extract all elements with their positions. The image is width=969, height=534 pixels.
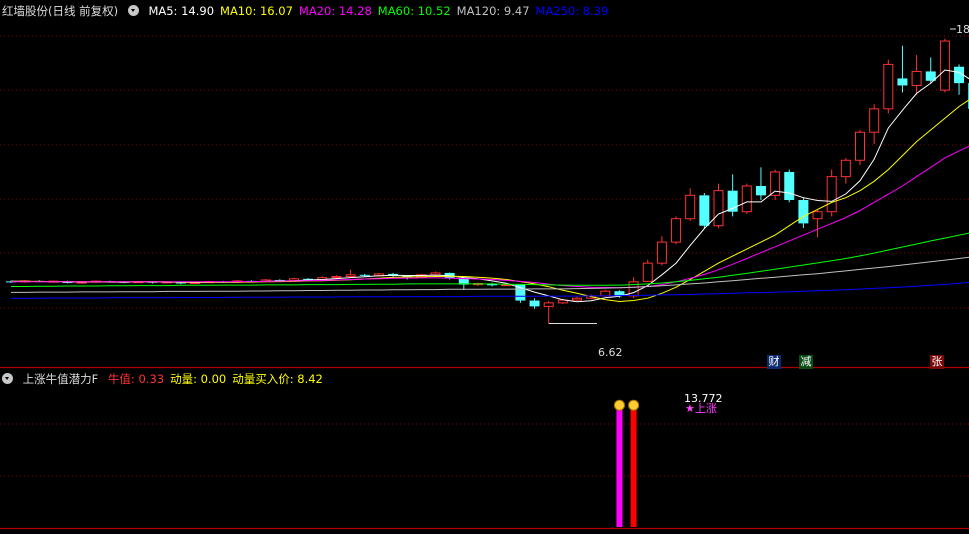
candle [656,236,667,266]
candle [713,183,724,229]
candle [897,45,908,93]
candle [741,183,752,215]
signal-face-icon [628,399,640,411]
candle [755,167,766,201]
candle [543,301,554,324]
signal-up-label: ★上涨 [685,402,717,415]
ma-line-ma20 [11,145,969,289]
candle [784,169,795,203]
candle [883,59,894,114]
candle [685,188,696,222]
tag-cai[interactable]: 财 [767,355,781,369]
candle [642,259,653,282]
ma-line-ma10 [11,99,969,303]
signal-face-icon [613,399,625,411]
ma-line-ma5 [10,69,969,303]
candle [911,55,922,95]
candle [812,209,823,238]
candle [345,269,356,278]
candle [840,157,851,184]
candle [826,169,837,217]
indicator-bar [630,409,637,527]
candle [798,197,809,229]
low-price-label: 6.62 [598,346,623,359]
candle [855,129,865,165]
indicator-bar [616,409,623,527]
tag-zhang[interactable]: 张 [930,355,944,369]
candle [869,104,880,144]
high-price-label: 18. [956,23,969,36]
candle [770,169,781,201]
candle [529,298,540,309]
candle [671,216,682,245]
kline-chart: 6.62 18. 13.772 ★上涨 [0,23,969,530]
candle [572,296,582,302]
candle [487,282,498,287]
tag-jian[interactable]: 减 [799,355,813,369]
candle [939,38,950,93]
candle [699,193,710,229]
candle [954,64,965,95]
